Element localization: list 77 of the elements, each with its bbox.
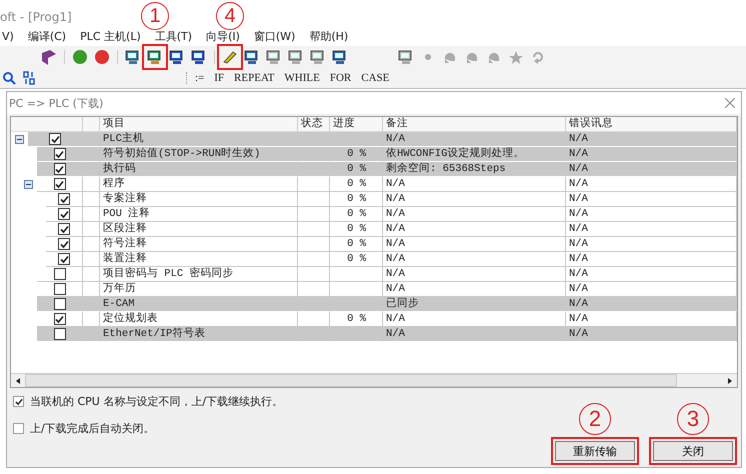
callout-number: 1: [141, 2, 169, 30]
column-header: 备注: [383, 117, 566, 132]
keyword-button[interactable]: FOR: [330, 72, 352, 84]
table-row[interactable]: POU 注释 0 % N/A N/A: [46, 207, 737, 222]
table-cell: 0 %: [330, 237, 383, 252]
table-cell: 0 %: [330, 252, 383, 267]
option-label: 当联机的 CPU 名称与设定不同，上/下载继续执行。: [30, 394, 284, 409]
keyword-button[interactable]: :=: [195, 72, 204, 84]
table-cell: N/A: [383, 177, 566, 192]
table-row[interactable]: 执行码 0 % 剩余空间: 65368Steps N/A: [37, 162, 737, 177]
table-cell: N/A: [383, 267, 566, 282]
keyword-button[interactable]: WHILE: [284, 72, 320, 84]
table-cell: N/A: [383, 237, 566, 252]
menu-item[interactable]: PLC 主机(L): [80, 28, 141, 44]
table-cell: 0 %: [330, 177, 383, 192]
table-cell: N/A: [383, 192, 566, 207]
option-label: 上/下载完成后自动关闭。: [30, 421, 155, 436]
table-row[interactable]: 程序 0 % N/A N/A: [37, 177, 737, 192]
menu-item[interactable]: 编译(C): [28, 28, 66, 44]
menu-item[interactable]: 帮助(H): [309, 28, 348, 44]
table-row[interactable]: 专案注释 0 % N/A N/A: [46, 192, 737, 207]
table-row[interactable]: EtherNet/IP符号表 N/A N/A: [37, 327, 737, 342]
dialog-button[interactable]: 重新传输: [555, 441, 635, 461]
table-cell: 程序: [100, 177, 298, 192]
callout-number: 2: [579, 403, 611, 435]
dialog-button[interactable]: 关闭: [653, 441, 733, 461]
table-cell: 0 %: [330, 207, 383, 222]
keyword-button[interactable]: REPEAT: [234, 72, 274, 84]
table-cell: 区段注释: [100, 222, 298, 237]
column-header: 状态: [298, 117, 330, 132]
table-row[interactable]: 符号初始值(STOP->RUN时生效) 0 % 依HWCONFIG设定规则处理。 N/A: [37, 147, 737, 162]
table-cell: 0 %: [330, 222, 383, 237]
table-cell: N/A: [566, 297, 737, 312]
table-row[interactable]: E-CAM 已同步 N/A: [37, 297, 737, 312]
window-title: oft - [Prog1]: [0, 10, 72, 24]
keyword-button[interactable]: CASE: [361, 72, 390, 84]
table-row[interactable]: PLC主机 N/A N/A: [28, 132, 737, 147]
table-cell: E-CAM: [100, 297, 298, 312]
table-cell: 已同步: [383, 297, 566, 312]
column-header: 进度: [330, 117, 383, 132]
table-cell: 剩余空间: 65368Steps: [383, 162, 566, 177]
table-cell: 专案注释: [100, 192, 298, 207]
table-cell: N/A: [566, 192, 737, 207]
table-cell: N/A: [566, 207, 737, 222]
column-header: 错误讯息: [566, 117, 737, 132]
table-cell: N/A: [383, 207, 566, 222]
menu-item[interactable]: 窗口(W): [254, 28, 296, 44]
table-cell: 装置注释: [100, 252, 298, 267]
table-cell: N/A: [566, 222, 737, 237]
table-cell: N/A: [383, 327, 566, 342]
table-cell: N/A: [566, 177, 737, 192]
dialog-title: PC => PLC (下载): [9, 96, 104, 110]
table-cell: N/A: [566, 237, 737, 252]
table-row[interactable]: 装置注释 0 % N/A N/A: [46, 252, 737, 267]
table-row[interactable]: 符号注释 0 % N/A N/A: [46, 237, 737, 252]
table-cell: N/A: [566, 252, 737, 267]
table-cell: 项目密码与 PLC 密码同步: [100, 267, 298, 282]
table-row[interactable]: 项目密码与 PLC 密码同步 N/A N/A: [37, 267, 737, 282]
table-cell: 0 %: [330, 192, 383, 207]
table-cell: N/A: [566, 267, 737, 282]
menu-item[interactable]: 向导(I): [206, 28, 240, 44]
table-cell: 执行码: [100, 162, 298, 177]
menu-item[interactable]: V): [2, 30, 14, 42]
table-cell: POU 注释: [100, 207, 298, 222]
keyword-button[interactable]: IF: [214, 72, 224, 84]
column-header: 项目: [100, 117, 298, 132]
callout-number: 4: [216, 2, 244, 30]
table-row[interactable]: 区段注释 0 % N/A N/A: [46, 222, 737, 237]
menu-item[interactable]: 工具(T): [154, 28, 192, 44]
table-cell: N/A: [383, 222, 566, 237]
table-cell: N/A: [566, 327, 737, 342]
table-cell: 符号注释: [100, 237, 298, 252]
callout-number: 3: [677, 403, 709, 435]
table-cell: N/A: [383, 252, 566, 267]
table-cell: N/A: [566, 162, 737, 177]
table-cell: EtherNet/IP符号表: [100, 327, 298, 342]
table-cell: 0 %: [330, 162, 383, 177]
